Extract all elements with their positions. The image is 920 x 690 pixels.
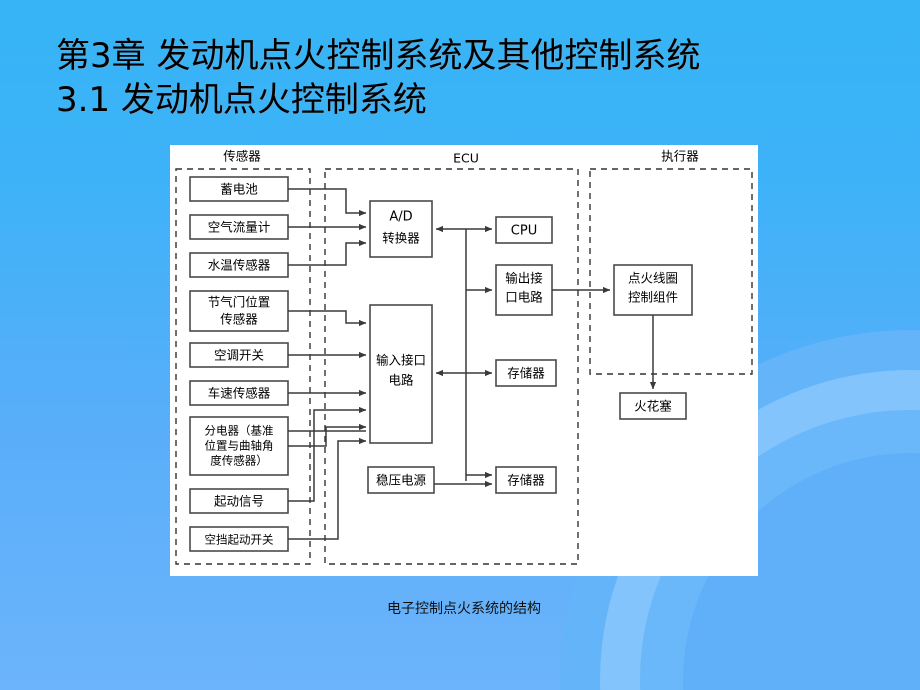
box-start-signal-label: 起动信号	[214, 494, 264, 509]
group-label-actuators: 执行器	[661, 149, 699, 164]
box-vehicle-speed-sensor-label: 车速传感器	[208, 386, 271, 401]
box-air-flow-meter-label: 空气流量计	[208, 220, 271, 235]
group-label-ecu: ECU	[453, 151, 479, 166]
box-spark-plug-label: 火花塞	[634, 399, 672, 414]
figure-caption: 电子控制点火系统的结构	[387, 601, 541, 617]
box-cpu-label: CPU	[511, 224, 537, 239]
box-output-interface-circuit-label-line2: 口电路	[505, 290, 543, 305]
box-battery-label: 蓄电池	[220, 182, 258, 197]
box-ac-switch-label: 空调开关	[214, 348, 264, 363]
link-neutralswitch-to-input	[288, 437, 367, 540]
link-battery-to-ad	[288, 188, 367, 217]
link-throttle-to-input	[288, 310, 367, 327]
box-ignition-coil-control-assembly-label-line1: 点火线圈	[628, 271, 678, 286]
box-memory-2-label: 存储器	[507, 473, 545, 488]
group-label-sensors: 传感器	[223, 149, 261, 164]
ignition-system-block-diagram: 传感器 ECU 执行器 蓄电池 空气流量计 水温传感器 节气门位置 传感器 空调…	[175, 149, 753, 565]
title-line-chapter: 第3章 发动机点火控制系统及其他控制系统	[56, 36, 701, 76]
link-watertemp-to-ad	[288, 239, 367, 266]
box-throttle-position-sensor-label-line1: 节气门位置	[208, 295, 271, 310]
slide-canvas: 第3章 发动机点火控制系统及其他控制系统 3.1 发动机点火控制系统 传感器 E…	[0, 0, 920, 690]
box-ignition-coil-control-assembly-label-line2: 控制组件	[628, 290, 678, 305]
box-throttle-position-sensor-label-line2: 传感器	[220, 312, 258, 327]
box-output-interface-circuit-label-line1: 输出接	[505, 271, 543, 286]
title-line-section: 3.1 发动机点火控制系统	[56, 80, 427, 120]
link-distributor-to-input-2	[288, 423, 367, 447]
box-ad-converter-label-line1: A/D	[389, 210, 412, 225]
box-input-interface-circuit-label-line2: 电路	[388, 373, 414, 388]
figure-panel: 传感器 ECU 执行器 蓄电池 空气流量计 水温传感器 节气门位置 传感器 空调…	[170, 145, 758, 576]
box-water-temp-sensor-label: 水温传感器	[208, 258, 271, 273]
box-input-interface-circuit-label-line1: 输入接口	[376, 353, 426, 368]
box-neutral-start-switch-label: 空挡起动开关	[205, 533, 274, 547]
box-regulated-power-supply-label: 稳压电源	[376, 473, 427, 488]
box-distributor-label-line3: 度传感器）	[210, 454, 268, 468]
box-distributor-label-line1: 分电器（基准	[205, 424, 274, 438]
box-ad-converter-label-line2: 转换器	[382, 231, 420, 246]
link-distributor-to-input-1	[288, 406, 367, 432]
box-distributor-label-line2: 位置与曲轴角	[205, 439, 274, 453]
box-memory-1-label: 存储器	[507, 366, 545, 381]
slide-title: 第3章 发动机点火控制系统及其他控制系统 3.1 发动机点火控制系统	[56, 34, 886, 122]
